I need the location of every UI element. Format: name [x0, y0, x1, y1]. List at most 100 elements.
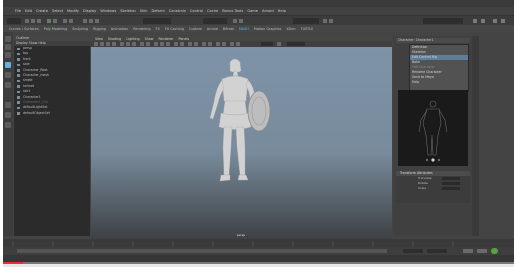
attribute-label: Rotate — [418, 181, 428, 185]
outliner-item-label: Character1_Ctrl — [23, 99, 49, 104]
menu-item-9[interactable]: Deform — [151, 9, 164, 13]
node-icon — [17, 96, 20, 99]
move-tool-icon[interactable] — [5, 62, 11, 68]
shelf-tab-14[interactable]: TURTLE — [301, 27, 314, 31]
camera-label: persp — [237, 233, 246, 237]
node-icon — [17, 101, 20, 104]
outliner-item-label: skirt — [23, 89, 30, 94]
warrior-character-model[interactable]: persp — [91, 47, 392, 239]
time-slider-ticks[interactable] — [3, 239, 514, 247]
attribute-label: Scale — [418, 186, 427, 190]
select-tool-icon[interactable] — [5, 36, 11, 42]
outliner-item-label: Character_mesh — [23, 72, 50, 77]
menu-item-6[interactable]: Windows — [100, 9, 116, 13]
command-line[interactable] — [3, 255, 514, 262]
outliner-item-label: Character1 — [23, 94, 41, 99]
layout-four-icon[interactable] — [5, 112, 11, 118]
shelf-tab-1[interactable]: Poly Modeling — [44, 27, 67, 31]
attribute-field[interactable] — [442, 187, 460, 190]
shelf-tab-7[interactable]: FX Caching — [165, 27, 184, 31]
viewport-menu-item[interactable]: Renderer — [158, 37, 173, 41]
menu-item-7[interactable]: Skeleton — [120, 9, 136, 13]
attribute-label: Translate — [418, 176, 432, 180]
attribute-field[interactable] — [442, 182, 460, 185]
rotate-tool-icon[interactable] — [5, 72, 11, 78]
shelf-tabs: Curves / Surfaces Poly Modeling Sculpting R… — [3, 25, 514, 32]
shelf-tab-4[interactable]: Animation — [111, 27, 128, 31]
layout-single-icon[interactable] — [5, 102, 11, 108]
node-icon — [17, 112, 20, 115]
hik-effector-icon[interactable] — [431, 158, 435, 162]
viewport-menu-item[interactable]: Panels — [179, 37, 190, 41]
menu-item-1[interactable]: Edit — [25, 9, 32, 13]
channel-box-strip — [472, 36, 479, 236]
menu-item-3[interactable]: Select — [52, 9, 63, 13]
shelf-tab-3[interactable]: Rigging — [93, 27, 106, 31]
hik-character-selector[interactable]: Character: Character1 — [396, 38, 470, 43]
menu-item-0[interactable]: File — [15, 9, 21, 13]
paint-tool-icon[interactable] — [5, 52, 11, 58]
hik-figure-view[interactable] — [398, 90, 468, 166]
attribute-field[interactable] — [442, 177, 460, 180]
range-slider[interactable] — [3, 247, 514, 255]
menu-item-5[interactable]: Display — [83, 9, 96, 13]
outliner-item-label: top — [23, 51, 29, 56]
title-bar — [3, 0, 514, 7]
menu-item-11[interactable]: Control — [190, 9, 203, 13]
shelf-tab-11[interactable]: MASH — [239, 27, 249, 31]
time-slider[interactable] — [3, 239, 514, 247]
node-icon — [17, 58, 20, 61]
outliner-item-label: helmet — [23, 83, 35, 88]
shelf-tab-12[interactable]: Motion Graphics — [254, 27, 282, 31]
menu-item-12[interactable]: Cache — [207, 9, 218, 13]
shelf-tab-5[interactable]: Rendering — [133, 27, 150, 31]
viewport-menu-item[interactable]: View — [95, 37, 103, 41]
outliner-item-label: shield — [23, 78, 33, 83]
outliner-item-label: front — [23, 56, 31, 61]
menu-item-4[interactable]: Modify — [67, 9, 79, 13]
hik-menu-item[interactable]: Help — [410, 80, 468, 85]
menu-item-14[interactable]: Game — [247, 9, 258, 13]
lasso-tool-icon[interactable] — [5, 44, 11, 50]
attribute-section: Transform Attributes Translate Rotate Scal… — [396, 171, 470, 203]
node-icon — [17, 79, 20, 83]
node-icon — [17, 69, 20, 72]
tool-box — [3, 32, 13, 236]
menu-item-16[interactable]: Help — [278, 9, 286, 13]
outliner-item-label: side — [23, 62, 30, 67]
shelf-tab-6[interactable]: FX — [156, 27, 160, 31]
attribute-row: Scale — [396, 186, 470, 191]
node-icon — [17, 47, 20, 50]
node-icon — [17, 90, 20, 94]
node-icon — [17, 63, 20, 67]
outliner-item-label: Character_Root — [23, 67, 48, 72]
menu-item-15[interactable]: Arnold — [262, 9, 274, 13]
viewport-menu-item[interactable]: Show — [145, 37, 154, 41]
outliner-panel: Outliner Display Show Help persp top front… — [14, 36, 90, 236]
node-icon — [17, 85, 20, 88]
3d-viewport[interactable]: persp — [91, 47, 392, 239]
menu-item-2[interactable]: Create — [36, 9, 48, 13]
layout-split-icon[interactable] — [5, 122, 11, 128]
menu-item-10[interactable]: Constrain — [169, 9, 186, 13]
viewport-menu-item[interactable]: Shading — [108, 37, 121, 41]
outliner-item-label: defaultObjectSet — [23, 110, 50, 115]
main-menu-bar: File Edit Create Select Modify Display Windows… — [3, 7, 514, 15]
shelf-tab-13[interactable]: XGen — [286, 27, 295, 31]
outliner-item[interactable]: defaultObjectSet — [14, 111, 90, 116]
scale-tool-icon[interactable] — [5, 82, 11, 88]
menu-item-8[interactable]: Skin — [140, 9, 148, 13]
shelf-tab-0[interactable]: Curves / Surfaces — [9, 27, 39, 31]
node-icon — [17, 74, 20, 77]
outliner-list: persp top front side Character_Root Character… — [14, 46, 90, 116]
shelf-tab-2[interactable]: Sculpting — [72, 27, 88, 31]
hik-dropdown-menu: Definition Skeleton Edit Control Rig Bake Ed… — [409, 44, 469, 92]
node-icon — [17, 106, 20, 110]
shelf-tab-9[interactable]: Arnold — [207, 27, 218, 31]
shelf-tab-10[interactable]: Bifrost — [223, 27, 234, 31]
menu-item-13[interactable]: Bonus Tools — [222, 9, 243, 13]
viewport-menu-item[interactable]: Lighting — [126, 37, 139, 41]
node-icon — [17, 52, 20, 56]
playback-indicator-icon[interactable] — [491, 248, 498, 254]
shelf-tab-8[interactable]: Custom — [189, 27, 202, 31]
